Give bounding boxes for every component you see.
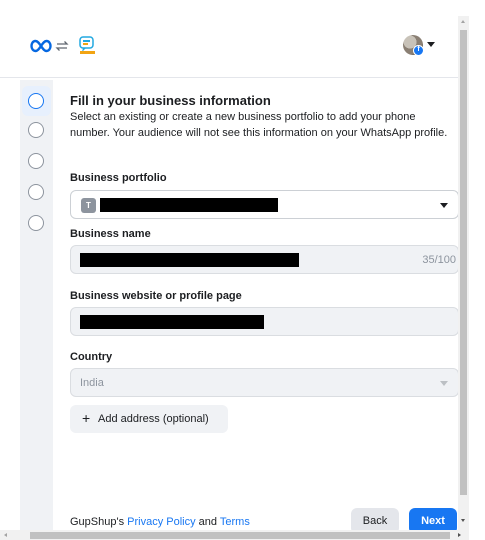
horizontal-scrollbar[interactable] [0, 530, 469, 540]
vertical-scrollbar[interactable] [458, 16, 469, 530]
horizontal-scroll-thumb[interactable] [30, 532, 450, 539]
back-button-label: Back [362, 515, 388, 527]
step-4-indicator [28, 184, 44, 200]
country-label: Country [70, 351, 113, 363]
scroll-down-arrow-icon[interactable] [461, 519, 465, 522]
business-portfolio-select[interactable]: T [70, 190, 459, 219]
chevron-down-icon [440, 203, 448, 208]
chevron-down-icon[interactable] [427, 42, 435, 47]
step-3-indicator [28, 153, 44, 169]
privacy-policy-link[interactable]: Privacy Policy [127, 516, 195, 528]
vertical-scroll-thumb[interactable] [460, 30, 467, 495]
footer-and: and [195, 516, 220, 528]
country-select[interactable]: India [70, 368, 459, 397]
country-value: India [80, 377, 104, 389]
character-counter: 35/100 [422, 254, 456, 266]
redacted-portfolio-value [100, 198, 278, 212]
facebook-badge-icon: f [413, 45, 424, 56]
progress-stepper [20, 80, 53, 530]
redacted-business-name [80, 253, 299, 267]
portfolio-badge: T [81, 198, 96, 213]
step-1-indicator [28, 93, 44, 109]
website-field[interactable] [70, 307, 459, 336]
step-5-indicator [28, 215, 44, 231]
form-description: Select an existing or create a new busin… [70, 111, 448, 139]
footer-legal-text: GupShup's Privacy Policy and Terms [70, 516, 250, 528]
business-info-form: Fill in your business information Select… [58, 80, 459, 534]
scroll-right-arrow-icon[interactable] [458, 533, 461, 537]
footer-prefix: GupShup's [70, 516, 128, 528]
terms-link[interactable]: Terms [220, 516, 250, 528]
gupshup-logo [79, 36, 96, 55]
add-address-button[interactable]: + Add address (optional) [70, 405, 228, 433]
scroll-left-arrow-icon[interactable] [4, 533, 7, 537]
step-2-indicator [28, 122, 44, 138]
meta-logo-icon [30, 39, 52, 53]
swap-arrows-icon [55, 41, 69, 51]
page-title: Fill in your business information [70, 93, 271, 108]
scroll-up-arrow-icon[interactable] [461, 20, 465, 23]
next-button-label: Next [421, 515, 445, 527]
redacted-website [80, 315, 264, 329]
business-name-field[interactable]: 35/100 [70, 245, 459, 274]
top-bar: f [0, 16, 458, 78]
business-name-label: Business name [70, 228, 151, 240]
chevron-down-icon [440, 381, 448, 386]
add-address-label: Add address (optional) [98, 413, 209, 425]
website-label: Business website or profile page [70, 290, 242, 302]
plus-icon: + [82, 410, 91, 426]
business-portfolio-label: Business portfolio [70, 172, 167, 184]
